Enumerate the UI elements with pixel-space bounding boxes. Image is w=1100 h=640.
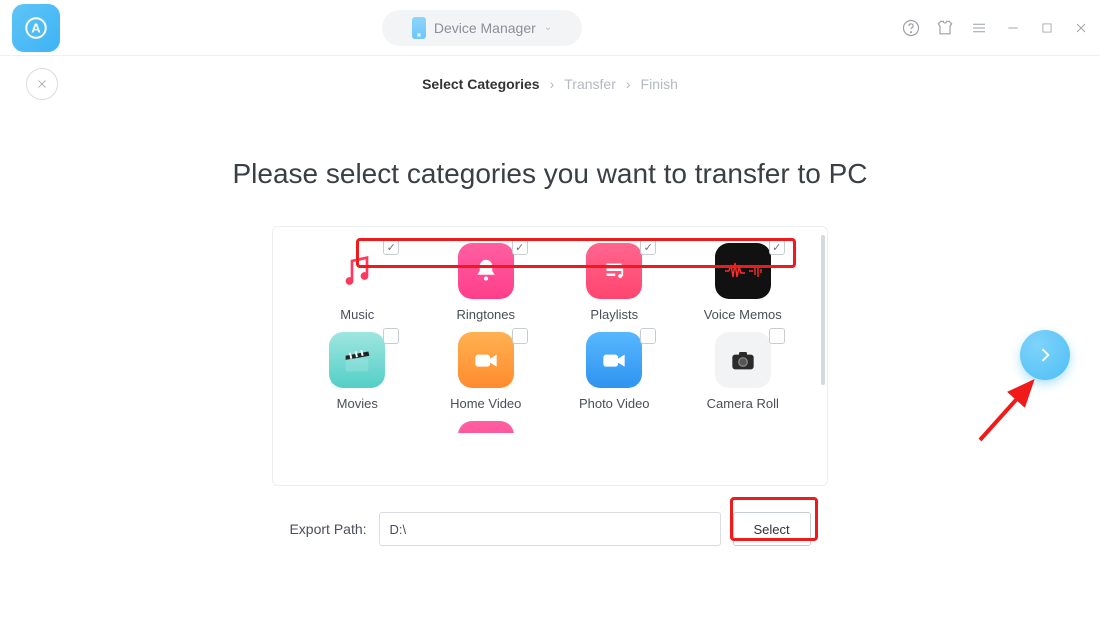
category-label: Playlists [590, 307, 638, 322]
peek-tile [715, 421, 771, 433]
camera-icon [715, 332, 771, 388]
crumb-sep: › [626, 76, 631, 92]
peek-tile [329, 421, 385, 433]
checkbox[interactable] [640, 328, 656, 344]
crumb-transfer: Transfer [564, 76, 616, 92]
playlist-icon [586, 243, 642, 299]
category-voice-memos[interactable]: Voice Memos [704, 243, 782, 322]
clapperboard-icon [329, 332, 385, 388]
checkbox[interactable] [769, 328, 785, 344]
category-home-video[interactable]: Home Video [450, 332, 521, 411]
category-peek-row [293, 421, 807, 433]
peek-tile [586, 421, 642, 433]
category-label: Movies [337, 396, 378, 411]
crumb-finish: Finish [641, 76, 678, 92]
checkbox[interactable] [512, 328, 528, 344]
menu-icon[interactable] [968, 17, 990, 39]
breadcrumb-row: Select Categories › Transfer › Finish [0, 56, 1100, 112]
category-label: Music [340, 307, 374, 322]
peek-tile [458, 421, 514, 433]
next-button[interactable] [1020, 330, 1070, 380]
close-wizard-button[interactable] [26, 68, 58, 100]
device-label: Device Manager [434, 20, 536, 36]
voice-memo-icon [715, 243, 771, 299]
crumb-sep: › [550, 76, 555, 92]
scrollbar[interactable] [821, 235, 825, 385]
category-ringtones[interactable]: Ringtones [456, 243, 515, 322]
category-label: Photo Video [579, 396, 650, 411]
category-label: Voice Memos [704, 307, 782, 322]
device-manager-dropdown[interactable]: Device Manager ⌄ [382, 10, 582, 46]
crumb-select-categories: Select Categories [422, 76, 540, 92]
category-label: Camera Roll [707, 396, 779, 411]
export-path-input[interactable] [379, 512, 721, 546]
minimize-icon[interactable] [1002, 17, 1024, 39]
close-window-icon[interactable] [1070, 17, 1092, 39]
category-grid: Music Ringtones Playlists Voice Memos [293, 243, 807, 411]
app-logo: A [12, 4, 60, 52]
export-path-label: Export Path: [289, 521, 366, 537]
skin-icon[interactable] [934, 17, 956, 39]
select-path-button[interactable]: Select [733, 512, 811, 546]
checkbox[interactable] [512, 239, 528, 255]
category-movies[interactable]: Movies [329, 332, 385, 411]
category-label: Ringtones [456, 307, 515, 322]
music-icon [329, 243, 385, 299]
category-photo-video[interactable]: Photo Video [579, 332, 650, 411]
category-camera-roll[interactable]: Camera Roll [707, 332, 779, 411]
checkbox[interactable] [383, 328, 399, 344]
bell-icon [458, 243, 514, 299]
category-panel: Music Ringtones Playlists Voice Memos [272, 226, 828, 486]
category-label: Home Video [450, 396, 521, 411]
checkbox[interactable] [383, 239, 399, 255]
window-controls [900, 17, 1092, 39]
export-path-row: Export Path: Select [0, 512, 1100, 546]
svg-text:A: A [31, 20, 41, 35]
checkbox[interactable] [640, 239, 656, 255]
video-icon [586, 332, 642, 388]
help-icon[interactable] [900, 17, 922, 39]
breadcrumb: Select Categories › Transfer › Finish [422, 76, 678, 92]
chevron-down-icon: ⌄ [544, 22, 552, 33]
phone-icon [412, 17, 426, 39]
annotation-arrow [970, 370, 1050, 450]
maximize-icon[interactable] [1036, 17, 1058, 39]
checkbox[interactable] [769, 239, 785, 255]
category-playlists[interactable]: Playlists [586, 243, 642, 322]
camcorder-icon [458, 332, 514, 388]
category-music[interactable]: Music [329, 243, 385, 322]
title-bar: A Device Manager ⌄ [0, 0, 1100, 56]
page-title: Please select categories you want to tra… [0, 158, 1100, 190]
